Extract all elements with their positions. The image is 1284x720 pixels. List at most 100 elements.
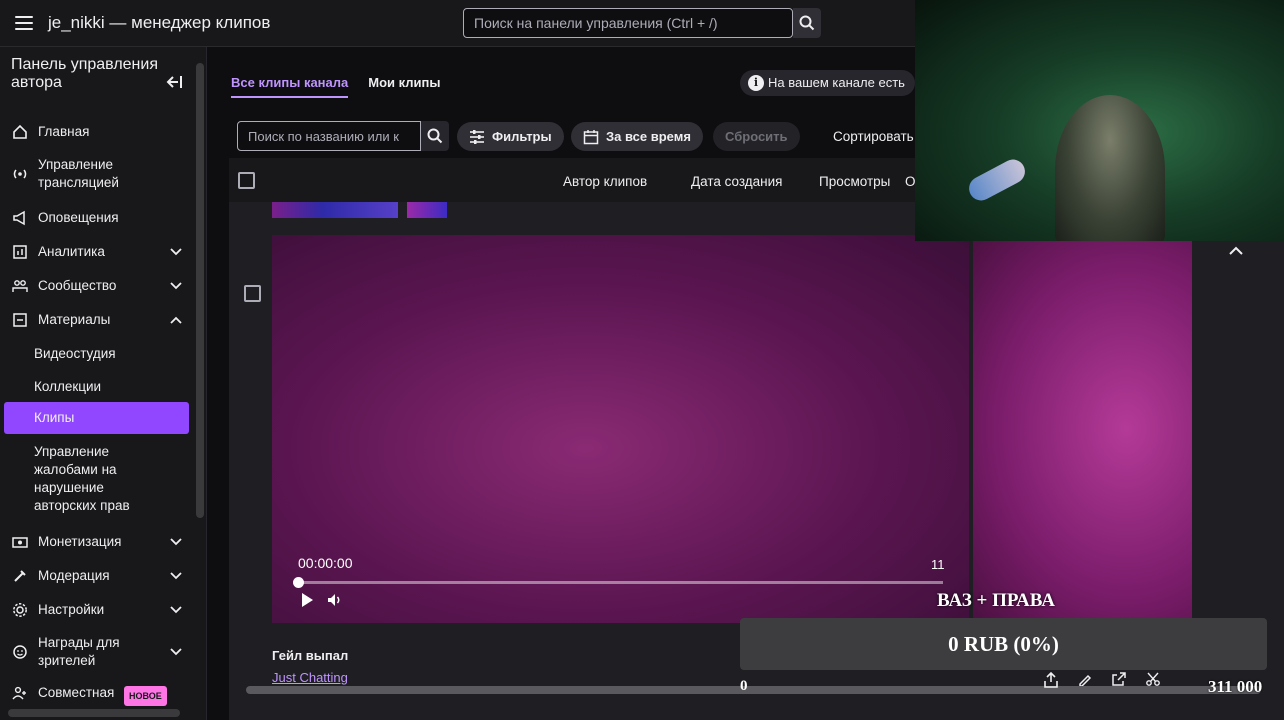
sidebar-item-label: Модерация — [38, 568, 110, 583]
sidebar-item-community[interactable]: Сообщество — [0, 277, 196, 295]
clip-tabs: Все клипы канала Мои клипы — [231, 75, 441, 98]
tab-all-channel-clips[interactable]: Все клипы канала — [231, 75, 349, 98]
calendar-icon — [583, 129, 599, 144]
column-views[interactable]: Просмотры — [819, 174, 890, 189]
sidebar-item-alerts[interactable]: Оповещения — [0, 209, 119, 227]
video-seek-bar[interactable] — [298, 581, 943, 584]
filters-label: Фильтры — [492, 129, 552, 144]
previous-clip-thumbnail[interactable] — [272, 202, 398, 218]
video-duration: 11 — [931, 557, 945, 572]
clip-select-checkbox[interactable] — [244, 285, 261, 302]
chevron-up-icon — [170, 311, 182, 329]
column-other[interactable]: О — [905, 174, 916, 189]
sidebar-item-label: Совместная — [38, 685, 115, 700]
sidebar-item-label: Материалы — [38, 312, 111, 327]
sort-button[interactable]: Сортировать — [833, 129, 914, 144]
clip-category-link[interactable]: Just Chatting — [272, 670, 348, 685]
chevron-down-icon — [170, 277, 182, 295]
previous-clip-thumbnail[interactable] — [407, 202, 447, 218]
collab-icon — [11, 684, 29, 702]
sidebar-subitem-collections[interactable]: Коллекции — [0, 378, 101, 396]
new-badge: НОВОЕ — [124, 686, 167, 706]
edit-icon[interactable] — [1078, 672, 1092, 693]
scissors-icon[interactable] — [1146, 672, 1160, 693]
sidebar-title: Панель управления автора — [11, 56, 158, 91]
donation-goal-amount: 0 RUB (0%) — [948, 632, 1059, 656]
microphone-icon — [964, 155, 1030, 205]
clip-title[interactable]: Гейл выпал — [272, 648, 348, 663]
sidebar-subitem-label: Видеостудия — [34, 346, 116, 361]
sidebar-subitem-label: Клипы — [34, 410, 75, 425]
sidebar-item-home[interactable]: Главная — [0, 123, 89, 141]
donation-goal-max: 311 000 — [1208, 677, 1263, 696]
search-icon — [427, 128, 443, 144]
webcam-overlay — [915, 0, 1284, 241]
rewards-icon — [11, 643, 29, 661]
info-icon: i — [748, 75, 764, 91]
sidebar-subitem-label: Коллекции — [34, 379, 102, 394]
clip-row-actions — [1044, 671, 1160, 693]
search-icon — [799, 15, 815, 31]
share-icon[interactable] — [1044, 671, 1058, 693]
sidebar-subitem-clips[interactable]: Клипы — [4, 402, 189, 434]
filter-icon — [470, 129, 484, 144]
broadcast-icon — [11, 165, 29, 183]
content-icon — [11, 311, 29, 329]
menu-icon[interactable] — [11, 10, 37, 36]
sidebar-scrollbar[interactable] — [196, 63, 204, 518]
chevron-down-icon — [170, 643, 182, 661]
sidebar-item-content[interactable]: Материалы — [0, 311, 196, 329]
sidebar-item-monetization[interactable]: Монетизация — [0, 533, 196, 551]
collapse-sidebar-icon[interactable] — [165, 75, 183, 94]
clip-preview-thumbnail[interactable] — [973, 235, 1192, 623]
sidebar-item-settings[interactable]: Настройки — [0, 601, 196, 619]
column-clip-author[interactable]: Автор клипов — [563, 174, 647, 189]
reset-button[interactable]: Сбросить — [713, 122, 800, 151]
chevron-down-icon — [170, 533, 182, 551]
dashboard-search-button[interactable] — [793, 8, 821, 38]
sidebar-subitem-copyright[interactable]: Управление жалобами на нарушение авторск… — [0, 443, 150, 515]
donation-goal-label: ВАЗ + ПРАВА — [937, 590, 1055, 611]
volume-icon[interactable] — [327, 592, 343, 613]
community-icon — [11, 277, 29, 295]
sidebar-item-moderation[interactable]: Модерация — [0, 567, 196, 585]
select-all-checkbox[interactable] — [238, 172, 255, 189]
clip-search-button[interactable] — [421, 121, 449, 151]
clip-video-player[interactable]: 00:00:00 11 — [272, 235, 969, 623]
sidebar-item-label: Сообщество — [38, 278, 117, 293]
sidebar-item-label: Аналитика — [38, 244, 105, 259]
sidebar-subitem-label: Управление жалобами на нарушение авторск… — [34, 444, 130, 513]
tab-my-clips[interactable]: Мои клипы — [368, 75, 440, 98]
chevron-up-icon[interactable] — [1229, 242, 1243, 260]
sidebar-item-viewer-rewards[interactable]: Награды для зрителей — [0, 634, 196, 670]
sidebar-subitem-video-studio[interactable]: Видеостудия — [0, 345, 116, 363]
column-created-date[interactable]: Дата создания — [691, 174, 783, 189]
sidebar-item-analytics[interactable]: Аналитика — [0, 243, 196, 261]
sidebar-horizontal-scrollbar[interactable] — [8, 709, 180, 717]
streamer-figure — [1055, 95, 1165, 241]
app-title: je_nikki — менеджер клипов — [48, 13, 271, 32]
info-text: На вашем канале есть — [768, 75, 905, 90]
home-icon — [11, 123, 29, 141]
period-button[interactable]: За все время — [571, 122, 703, 151]
period-label: За все время — [606, 129, 691, 144]
sidebar-item-label: Оповещения — [38, 210, 119, 225]
info-banner: i На вашем канале есть — [740, 70, 915, 96]
moderation-icon — [11, 567, 29, 585]
sidebar-item-label: Настройки — [38, 602, 105, 617]
dashboard-search-input[interactable] — [463, 8, 793, 38]
clip-search-input[interactable] — [237, 121, 421, 151]
monetization-icon — [11, 533, 29, 551]
sidebar-item-label: Главная — [38, 124, 90, 139]
video-seek-handle[interactable] — [293, 577, 304, 588]
sidebar-item-stream-manager[interactable]: Управление трансляцией — [0, 156, 138, 192]
video-current-time: 00:00:00 — [298, 555, 353, 571]
donation-goal-box: 0 RUB (0%) — [740, 618, 1267, 670]
play-icon[interactable] — [300, 592, 314, 613]
analytics-icon — [11, 243, 29, 261]
filters-button[interactable]: Фильтры — [457, 122, 564, 151]
sidebar-item-collab[interactable]: Совместная НОВОЕ — [0, 684, 196, 706]
gear-icon — [11, 601, 29, 619]
chevron-down-icon — [170, 243, 182, 261]
open-external-icon[interactable] — [1112, 672, 1126, 693]
